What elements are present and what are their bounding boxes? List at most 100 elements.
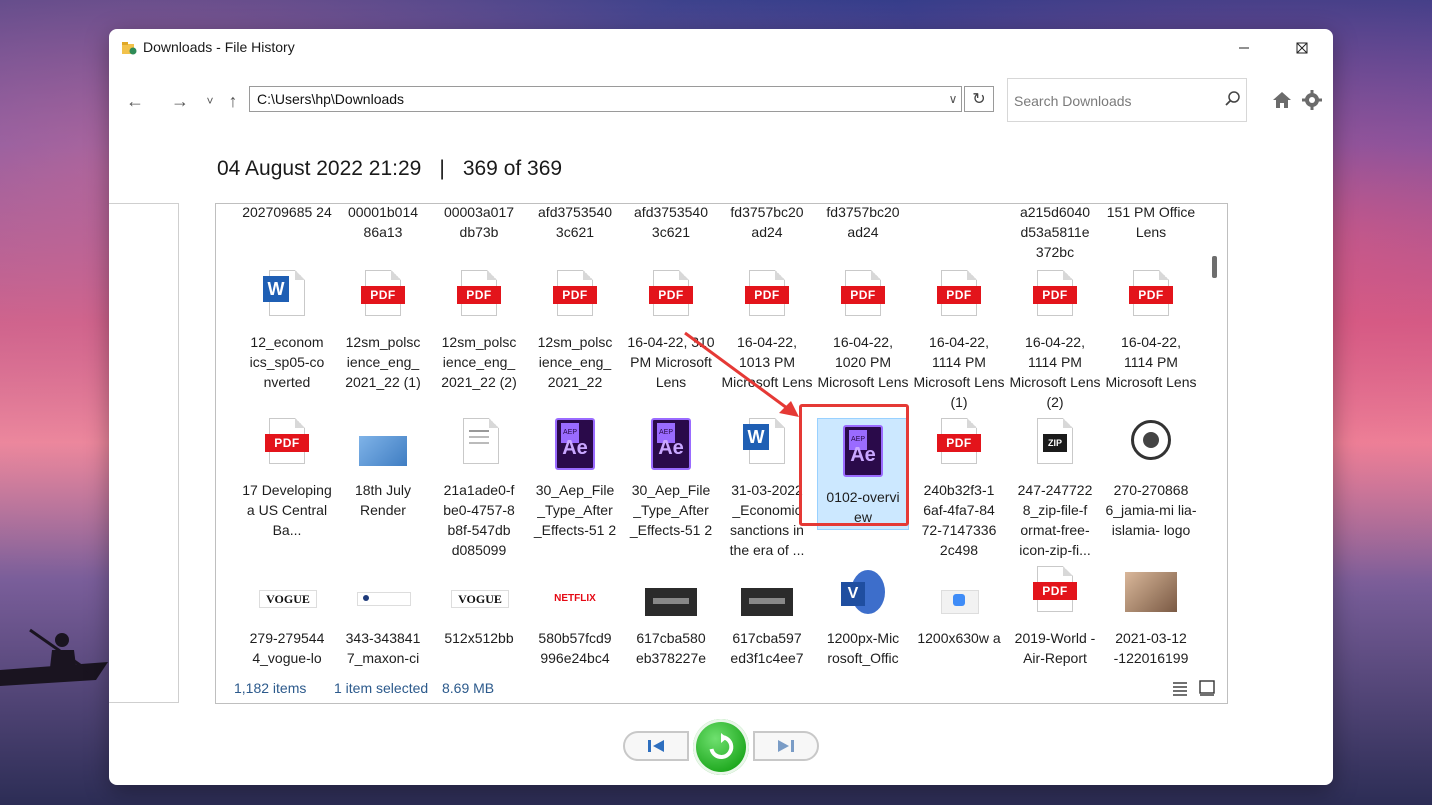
gear-icon[interactable] xyxy=(1301,89,1323,111)
pdf-icon: PDF xyxy=(1031,270,1079,326)
file-name-label: 247-247722 8_zip-file-f ormat-free- icon… xyxy=(1009,480,1101,560)
file-item[interactable]: AEPAe30_Aep_File _Type_After _Effects-51… xyxy=(625,418,717,540)
selection-info: 1 item selected xyxy=(334,680,428,696)
scrollbar-thumb[interactable] xyxy=(1212,256,1217,278)
cinema4d-thumb-icon xyxy=(359,566,407,622)
vogue-thumb-icon: VOGUE xyxy=(455,566,503,622)
file-item[interactable]: PDF16-04-22, 1114 PM Microsoft Lens xyxy=(1105,270,1197,392)
details-view-icon[interactable] xyxy=(1171,679,1189,697)
file-item[interactable]: VOGUE 279-279544 4_vogue-lo go-png-tr... xyxy=(241,566,333,672)
file-name-label: 343-343841 7_maxon-ci nema-4d-si... xyxy=(337,628,429,672)
file-item[interactable]: PDF2019-World -Air-Report V0_202003... xyxy=(1009,566,1101,672)
file-item[interactable]: 202709685 24 xyxy=(241,204,333,222)
pdf-icon: PDF xyxy=(935,270,983,326)
search-icon[interactable] xyxy=(1224,90,1242,108)
skip-next-icon xyxy=(777,739,795,753)
next-version-button[interactable] xyxy=(753,731,819,761)
file-item[interactable]: 21a1ade0-f be0-4757-8 b8f-547db d085099 xyxy=(433,418,525,560)
pdf-icon: PDF xyxy=(743,270,791,326)
file-item[interactable]: afd3753540 3c621 xyxy=(529,204,621,242)
restore-button[interactable] xyxy=(693,719,749,775)
search-input[interactable]: Search Downloads xyxy=(1007,78,1247,122)
file-name-label: 2021-03-12 -122016199 xyxy=(1105,628,1197,668)
photo-thumb-icon xyxy=(1127,566,1175,622)
forward-button[interactable]: → xyxy=(166,89,194,113)
file-item[interactable]: 18th July Render xyxy=(337,418,429,520)
file-name-label: 30_Aep_File _Type_After _Effects-51 2 xyxy=(529,480,621,540)
document-thumb-icon xyxy=(455,418,503,474)
file-item[interactable]: PDF16-04-22, 1114 PM Microsoft Lens (2) xyxy=(1009,270,1101,412)
home-icon[interactable] xyxy=(1271,89,1293,111)
file-item[interactable]: 00001b014 86a13 xyxy=(337,204,429,242)
file-item[interactable]: PDF 12sm_polsc ience_eng_ 2021_22 xyxy=(529,270,621,392)
file-item[interactable]: PDF12sm_polsc ience_eng_ 2021_22 (2) xyxy=(433,270,525,392)
file-name-label: 279-279544 4_vogue-lo go-png-tr... xyxy=(241,628,333,672)
file-history-window: Downloads - File History ← → ˅ ↑ C:\User… xyxy=(109,29,1333,785)
close-button[interactable] xyxy=(1279,33,1325,63)
file-name-label: 2019-World -Air-Report V0_202003... xyxy=(1009,628,1101,672)
file-item[interactable]: PDF17 Developing a US Central Ba... xyxy=(241,418,333,540)
file-item[interactable]: AEPAe30_Aep_File _Type_After _Effects-51… xyxy=(529,418,621,540)
file-name-label: 21a1ade0-f be0-4757-8 b8f-547db d085099 xyxy=(433,480,525,560)
file-item[interactable]: V1200px-Mic rosoft_Offic e_Visio_(20... xyxy=(817,566,909,672)
recent-locations-button[interactable]: ˅ xyxy=(203,89,217,113)
file-item[interactable]: 1200x630w a xyxy=(913,566,1005,648)
refresh-icon: ↻ xyxy=(972,89,985,109)
snapshot-separator: | xyxy=(439,157,444,181)
file-item[interactable]: 2021-03-12 -122016199 xyxy=(1105,566,1197,668)
address-dropdown-button[interactable]: ∨ xyxy=(945,87,961,111)
pdf-icon: PDF xyxy=(839,270,887,326)
word-doc-icon: W xyxy=(263,270,311,326)
annotation-arrow xyxy=(679,325,809,425)
address-bar[interactable]: C:\Users\hp\Downloads xyxy=(249,86,962,112)
file-name-label: 12sm_polsc ience_eng_ 2021_22 xyxy=(529,332,621,392)
file-name-label: fd3757bc20 ad24 xyxy=(721,204,813,242)
selection-size: 8.69 MB xyxy=(442,680,494,696)
file-item[interactable]: a215d6040 d53a5811e 372bc xyxy=(1009,204,1101,262)
pdf-icon: PDF xyxy=(935,418,983,474)
back-button[interactable]: ← xyxy=(121,89,149,113)
file-item[interactable]: 617cba580 eb378227e a53e3f_sin... xyxy=(625,566,717,672)
file-item[interactable]: W 12_econom ics_sp05-co nverted xyxy=(241,270,333,392)
window-title: Downloads - File History xyxy=(143,39,295,55)
file-name-label: 00003a017 db73b xyxy=(433,204,525,242)
file-item[interactable]: ZIP 247-247722 8_zip-file-f ormat-free- i… xyxy=(1009,418,1101,560)
file-item[interactable]: fd3757bc20 ad24 xyxy=(817,204,909,242)
status-bar: 1,182 items 1 item selected 8.69 MB xyxy=(216,676,1216,702)
pdf-icon: PDF xyxy=(263,418,311,474)
file-item[interactable]: PDF16-04-22, 1020 PM Microsoft Lens xyxy=(817,270,909,392)
previous-version-button[interactable] xyxy=(623,731,689,761)
up-button[interactable]: ↑ xyxy=(219,89,247,113)
file-item[interactable]: PDF 240b32f3-1 6af-4fa7-84 72-7147336 2c4… xyxy=(913,418,1005,560)
close-icon xyxy=(1296,42,1308,54)
file-item[interactable]: NETFLIX580b57fcd9 996e24bc4 3c529 xyxy=(529,566,621,672)
file-item[interactable]: 343-343841 7_maxon-ci nema-4d-si... xyxy=(337,566,429,672)
zip-icon: ZIP xyxy=(1031,418,1079,474)
file-grid: 202709685 2400001b014 86a1300003a017 db7… xyxy=(216,204,1216,672)
file-name-label: 12_econom ics_sp05-co nverted xyxy=(241,332,333,392)
file-item[interactable]: PDF16-04-22, 1114 PM Microsoft Lens (1) xyxy=(913,270,1005,412)
pdf-icon: PDF xyxy=(551,270,599,326)
file-item[interactable]: 270-270868 6_jamia-mi lia-islamia- logo xyxy=(1105,418,1197,540)
file-name-label: fd3757bc20 ad24 xyxy=(817,204,909,242)
file-name-label: 580b57fcd9 996e24bc4 3c529 xyxy=(529,628,621,672)
title-bar: Downloads - File History xyxy=(109,29,1333,67)
previous-snapshot-pane[interactable] xyxy=(109,203,179,703)
chevron-down-icon: ˅ xyxy=(206,94,213,108)
file-item[interactable]: VOGUE512x512bb xyxy=(433,566,525,648)
file-name-label: 151 PM Office Lens xyxy=(1105,204,1197,242)
refresh-button[interactable]: ↻ xyxy=(964,86,994,112)
file-name-label: 270-270868 6_jamia-mi lia-islamia- logo xyxy=(1105,480,1197,540)
file-item[interactable]: 00003a017 db73b xyxy=(433,204,525,242)
file-name-label: 240b32f3-1 6af-4fa7-84 72-7147336 2c498 xyxy=(913,480,1005,560)
file-item[interactable]: fd3757bc20 ad24 xyxy=(721,204,813,242)
large-icons-view-icon[interactable] xyxy=(1198,679,1216,697)
file-item[interactable]: afd3753540 3c621 xyxy=(625,204,717,242)
file-item[interactable]: PDF12sm_polsc ience_eng_ 2021_22 (1) xyxy=(337,270,429,392)
vogue-thumb-icon: VOGUE xyxy=(263,566,311,622)
back-arrow-icon: ← xyxy=(126,91,144,112)
file-item[interactable]: 617cba597 ed3f1c4ee7 e41d9_sin... xyxy=(721,566,813,672)
minimize-button[interactable] xyxy=(1221,33,1267,63)
file-name-label: afd3753540 3c621 xyxy=(625,204,717,242)
file-item[interactable]: 151 PM Office Lens xyxy=(1105,204,1197,242)
